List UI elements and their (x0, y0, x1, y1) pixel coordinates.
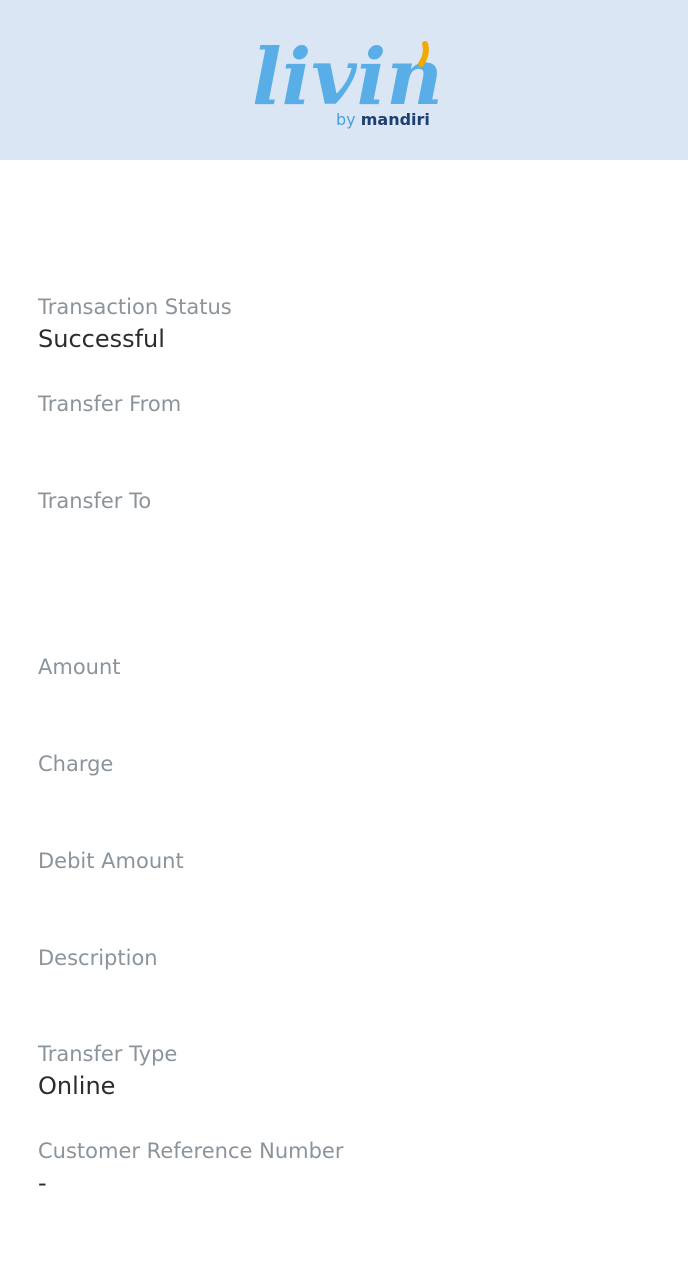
amount-label: Amount (38, 655, 121, 679)
transaction-status-value: Successful (38, 325, 165, 353)
customer-reference-label: Customer Reference Number (38, 1139, 344, 1163)
description-label: Description (38, 946, 158, 970)
transfer-type-label: Transfer Type (38, 1042, 178, 1066)
app-header: livin by mandiri (0, 0, 688, 160)
transfer-from-field: Transfer From (38, 390, 658, 420)
transfer-type-field: Transfer Type Online (38, 1040, 658, 1102)
transaction-details: Transaction Status Successful Transfer F… (0, 160, 688, 1280)
transfer-type-value: Online (38, 1072, 116, 1100)
debit-amount-field: Debit Amount (38, 847, 658, 877)
logo-by-line: by mandiri (336, 110, 430, 130)
customer-reference-value: - (38, 1169, 47, 1197)
amount-field: Amount (38, 653, 658, 683)
description-field: Description (38, 944, 658, 974)
transfer-to-label: Transfer To (38, 489, 152, 513)
charge-label: Charge (38, 752, 114, 776)
debit-amount-label: Debit Amount (38, 849, 184, 873)
charge-field: Charge (38, 750, 658, 780)
livin-logo: livin by mandiri (250, 22, 440, 137)
transaction-status-label: Transaction Status (38, 295, 232, 319)
transfer-to-field: Transfer To (38, 487, 658, 517)
logo-by-text: by (336, 110, 356, 129)
transaction-status-field: Transaction Status Successful (38, 293, 658, 355)
transfer-from-label: Transfer From (38, 392, 182, 416)
customer-reference-field: Customer Reference Number - (38, 1137, 658, 1199)
logo-brand-text: mandiri (360, 110, 430, 129)
